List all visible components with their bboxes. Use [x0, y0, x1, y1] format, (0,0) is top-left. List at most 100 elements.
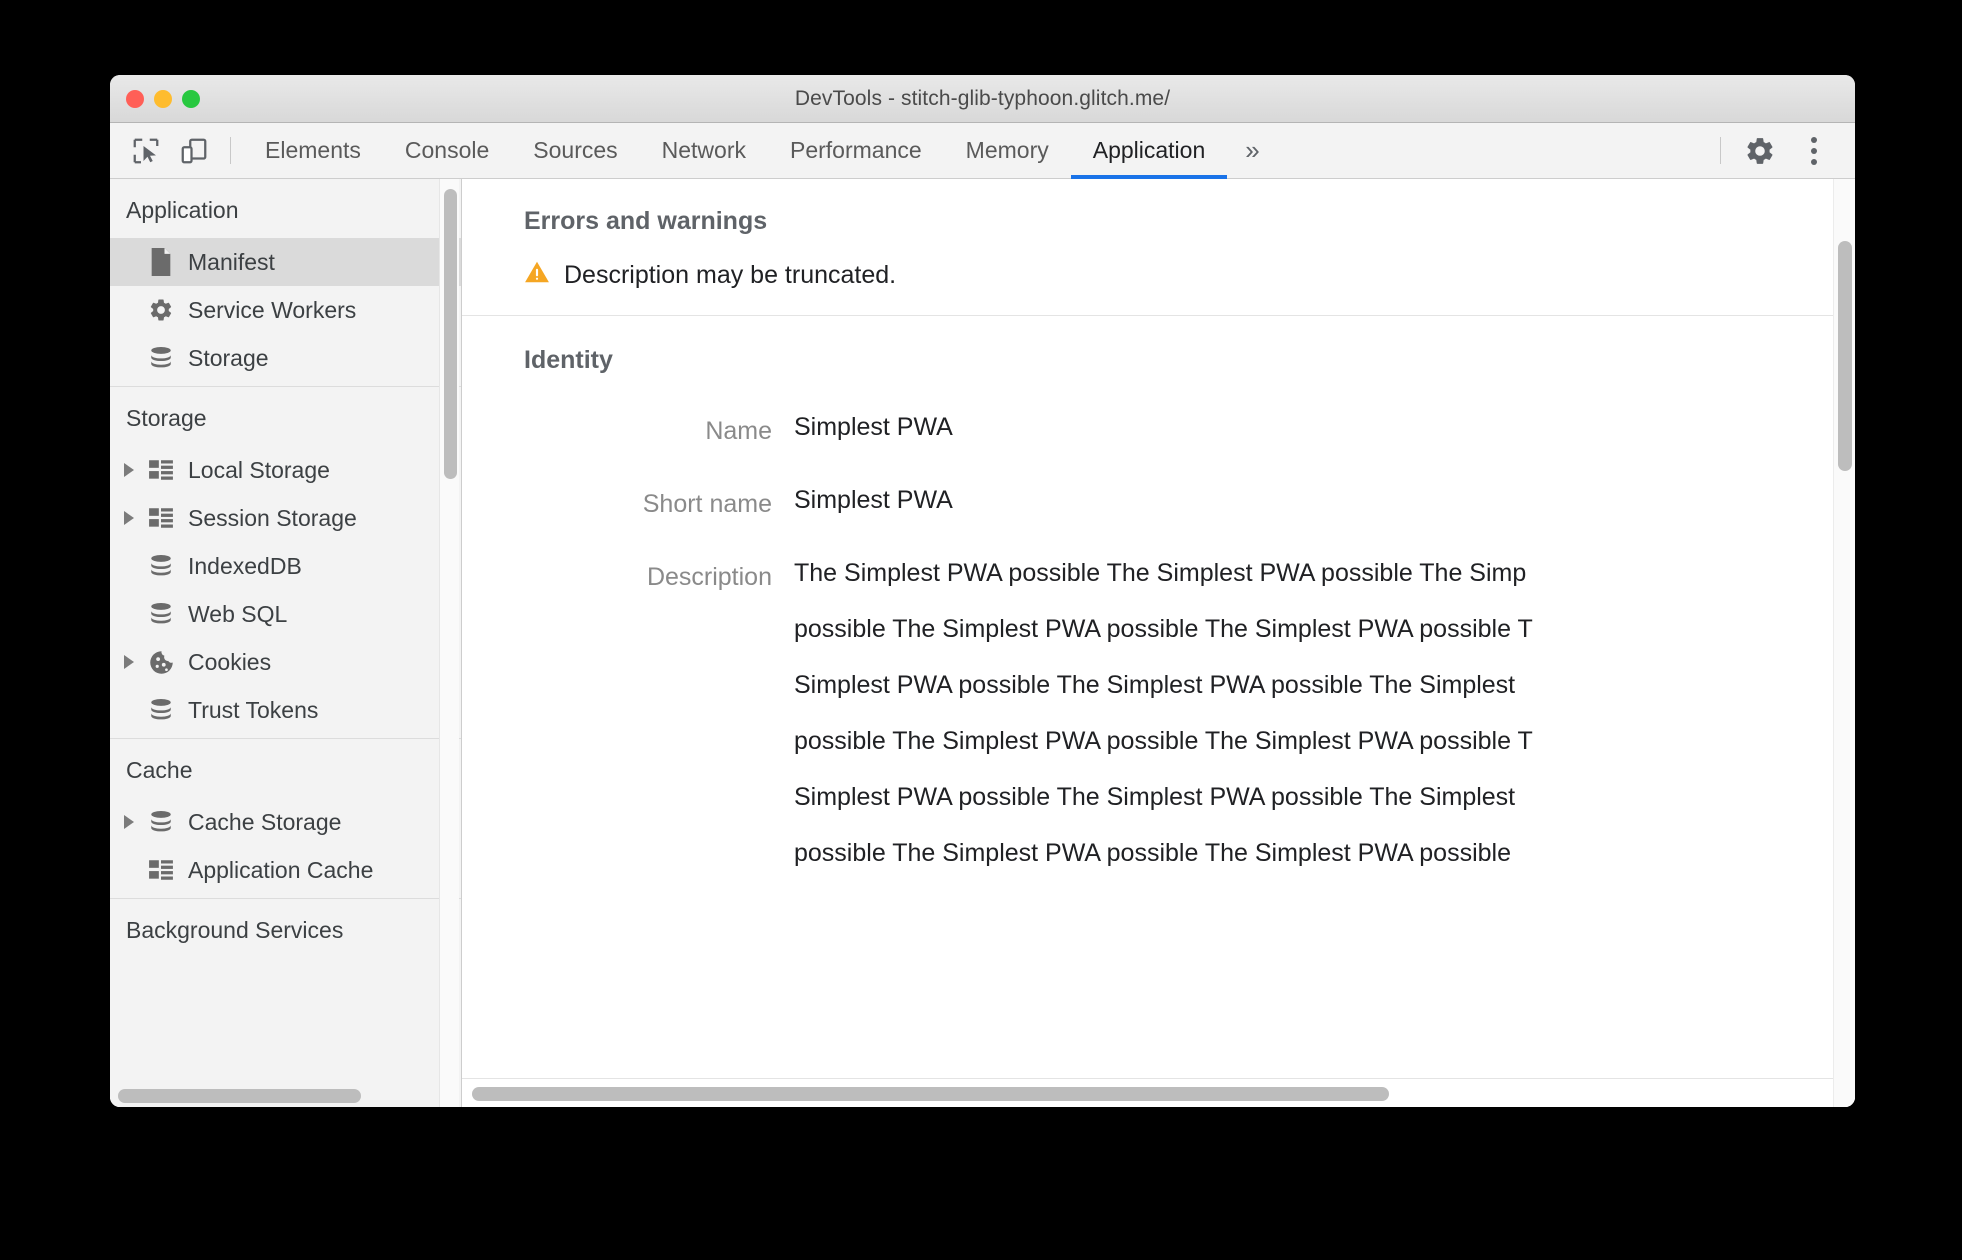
sidebar-item-label: Cookies [188, 648, 272, 675]
sidebar-item-application-cache[interactable]: Application Cache [110, 846, 461, 894]
sidebar-item-label: Storage [188, 344, 269, 371]
field-value-description: The Simplest PWA possible The Simplest P… [794, 561, 1533, 866]
sidebar-item-cookies[interactable]: Cookies [110, 638, 461, 686]
tab-sources[interactable]: Sources [511, 123, 639, 178]
tab-application[interactable]: Application [1070, 123, 1228, 179]
sidebar-item-label: Cache Storage [188, 808, 342, 835]
description-line: Simplest PWA possible The Simplest PWA p… [794, 671, 1516, 699]
sidebar-item-label: Web SQL [188, 600, 288, 627]
gear-icon [146, 295, 176, 325]
expand-triangle-icon[interactable] [124, 511, 134, 525]
field-value: Simplest PWA [794, 413, 953, 441]
tab-network[interactable]: Network [640, 123, 768, 178]
panel-vertical-scrollbar-thumb[interactable] [1838, 241, 1852, 471]
tab-console[interactable]: Console [383, 123, 511, 178]
minimize-window-button[interactable] [154, 89, 172, 108]
database-icon [146, 695, 176, 725]
application-sidebar: Application Manifest Service Workers Sto… [110, 179, 462, 1107]
panel-horizontal-scrollbar-thumb[interactable] [472, 1087, 1389, 1101]
toggle-device-toolbar-icon[interactable] [170, 123, 218, 178]
identity-section-title: Identity [524, 346, 613, 374]
errors-section-title: Errors and warnings [524, 207, 768, 235]
sidebar-item-storage[interactable]: Storage [110, 334, 461, 382]
field-label: Name [705, 417, 772, 445]
sidebar-item-label: Manifest [188, 248, 275, 275]
sidebar-item-local-storage[interactable]: Local Storage [110, 446, 461, 494]
sidebar-item-session-storage[interactable]: Session Storage [110, 494, 461, 542]
sidebar-item-label: Local Storage [188, 456, 330, 483]
sidebar-group-storage-title: Storage [126, 405, 207, 431]
sidebar-item-service-workers[interactable]: Service Workers [110, 286, 461, 334]
database-icon [146, 551, 176, 581]
devtools-body: Application Manifest Service Workers Sto… [110, 179, 1855, 1107]
tabbar-right-actions [1708, 123, 1855, 178]
sidebar-item-web-sql[interactable]: Web SQL [110, 590, 461, 638]
sidebar-item-label: Application Cache [188, 856, 374, 883]
panel-vertical-scrollbar[interactable] [1833, 179, 1855, 1107]
panel-bottom-divider [462, 1078, 1833, 1079]
field-short-name: Short name Simplest PWA [524, 488, 1833, 519]
kebab-dots [1811, 136, 1817, 165]
database-icon [146, 807, 176, 837]
sidebar-item-manifest[interactable]: Manifest [110, 238, 461, 286]
description-line: possible The Simplest PWA possible The S… [794, 839, 1511, 867]
expand-triangle-icon[interactable] [124, 815, 134, 829]
database-icon [146, 599, 176, 629]
field-value: Simplest PWA [794, 486, 953, 514]
traffic-lights [126, 89, 200, 108]
toolbar-divider [230, 137, 231, 164]
tab-memory[interactable]: Memory [944, 123, 1071, 178]
gear-icon[interactable] [1733, 123, 1787, 178]
warning-message: Description may be truncated. [564, 261, 897, 289]
sidebar-group-application-title: Application [126, 197, 239, 223]
sidebar-item-label: IndexedDB [188, 552, 302, 579]
sidebar-item-label: Service Workers [188, 296, 357, 323]
inspect-element-icon[interactable] [122, 123, 170, 178]
field-description: Description The Simplest PWA possible Th… [524, 561, 1833, 866]
identity-section: Identity Name Simplest PWA Short name Si… [462, 316, 1833, 932]
sidebar-group-cache-title: Cache [126, 757, 193, 783]
sidebar-item-indexeddb[interactable]: IndexedDB [110, 542, 461, 590]
window-title: DevTools - stitch-glib-typhoon.glitch.me… [794, 86, 1171, 110]
expand-triangle-icon[interactable] [124, 655, 134, 669]
sidebar-vertical-scrollbar-thumb[interactable] [444, 189, 457, 479]
description-line: possible The Simplest PWA possible The S… [794, 615, 1533, 643]
devtools-tabbar: Elements Console Sources Network Perform… [110, 123, 1855, 179]
more-options-icon[interactable] [1787, 123, 1841, 178]
sidebar-item-label: Session Storage [188, 504, 357, 531]
table-icon [146, 503, 176, 533]
warning-triangle-icon [524, 260, 550, 291]
description-line: The Simplest PWA possible The Simplest P… [794, 559, 1527, 587]
tab-elements[interactable]: Elements [243, 123, 383, 178]
zoom-window-button[interactable] [182, 89, 200, 108]
warning-row: Description may be truncated. [524, 260, 1833, 291]
table-icon [146, 855, 176, 885]
panel-horizontal-scrollbar[interactable] [472, 1087, 1845, 1101]
field-name: Name Simplest PWA [524, 415, 1833, 446]
table-icon [146, 455, 176, 485]
field-label: Short name [642, 490, 772, 518]
sidebar-item-trust-tokens[interactable]: Trust Tokens [110, 686, 461, 734]
sidebar-horizontal-scrollbar[interactable] [118, 1089, 453, 1103]
field-label: Description [646, 563, 772, 591]
sidebar-group-background-services-title: Background Services [126, 917, 344, 943]
database-icon [146, 343, 176, 373]
manifest-panel: Errors and warnings Description may be t… [462, 179, 1855, 1107]
more-tabs-chevron-icon[interactable]: » [1227, 123, 1277, 178]
close-window-button[interactable] [126, 89, 144, 108]
errors-and-warnings-section: Errors and warnings Description may be t… [462, 179, 1833, 316]
devtools-window: DevTools - stitch-glib-typhoon.glitch.me… [110, 75, 1855, 1107]
sidebar-item-cache-storage[interactable]: Cache Storage [110, 798, 461, 846]
window-titlebar: DevTools - stitch-glib-typhoon.glitch.me… [110, 75, 1855, 123]
sidebar-scroll-content: Application Manifest Service Workers Sto… [110, 179, 461, 1085]
description-line: Simplest PWA possible The Simplest PWA p… [794, 783, 1516, 811]
description-line: possible The Simplest PWA possible The S… [794, 727, 1533, 755]
sidebar-vertical-scrollbar[interactable] [439, 179, 459, 1107]
sidebar-horizontal-scrollbar-thumb[interactable] [118, 1089, 361, 1103]
expand-triangle-icon[interactable] [124, 463, 134, 477]
cookie-icon [146, 647, 176, 677]
manifest-scroll-content: Errors and warnings Description may be t… [462, 179, 1833, 1079]
tab-performance[interactable]: Performance [768, 123, 944, 178]
toolbar-divider-right [1720, 137, 1721, 164]
document-icon [146, 247, 176, 277]
